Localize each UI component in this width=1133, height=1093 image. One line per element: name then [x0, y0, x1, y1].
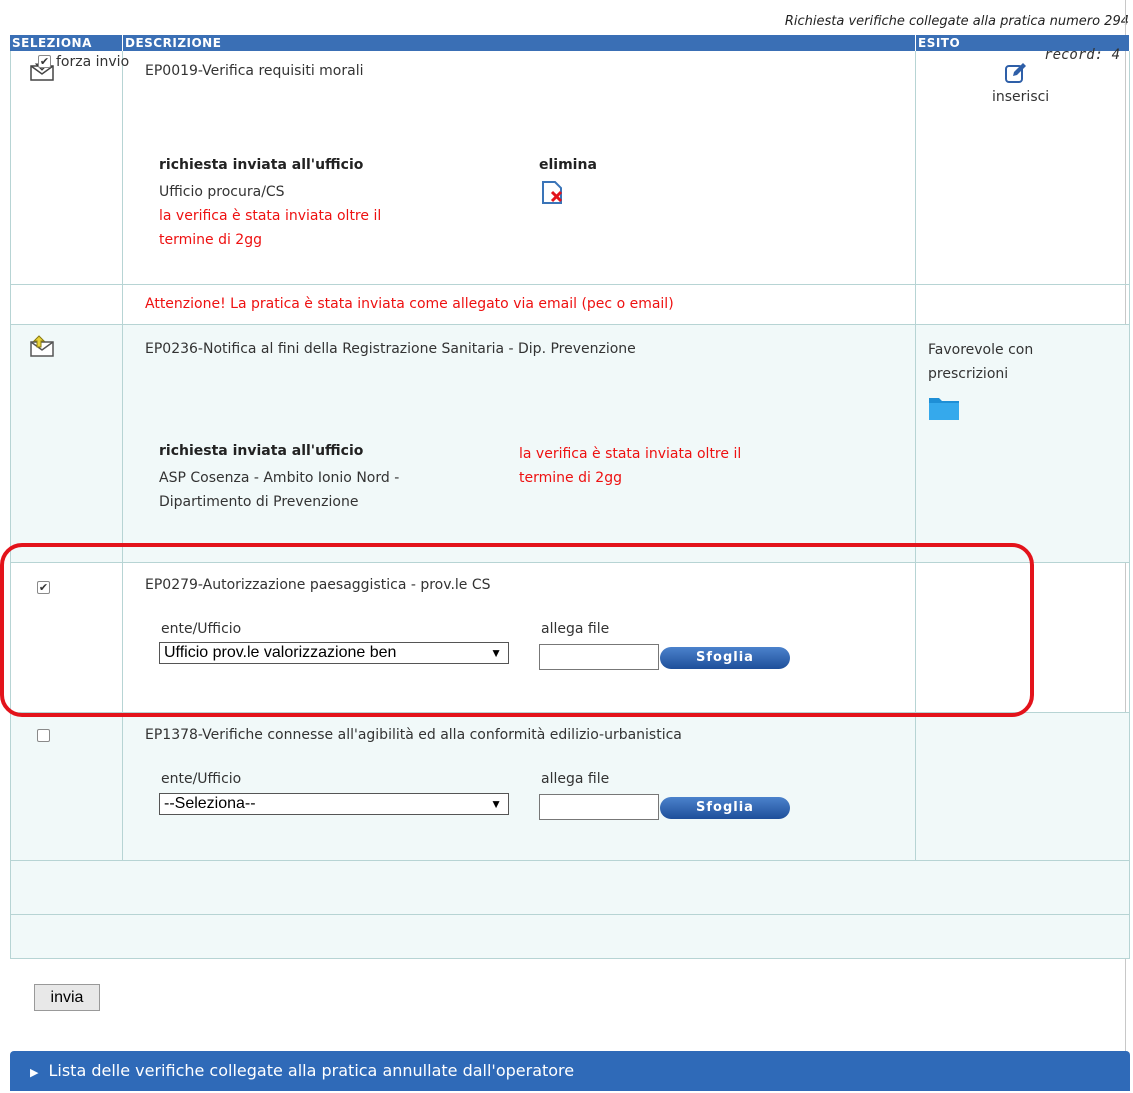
record-count: record: 4: [1044, 47, 1120, 63]
ente-select-value: --Seleziona--: [164, 795, 256, 812]
record-count-row: record: 4: [10, 47, 1130, 959]
table-caption: Richiesta verifiche collegate alla prati…: [784, 14, 1129, 29]
verification-title: EP1378-Verifiche connesse all'agibilità …: [145, 727, 682, 743]
edit-icon[interactable]: [1004, 61, 1028, 85]
submit-button[interactable]: invia: [34, 984, 100, 1011]
table-row: EP0019-Verifica requisiti morali richies…: [10, 51, 1130, 285]
force-send-row: ✔ forza invio: [10, 54, 1130, 915]
insert-esito-link[interactable]: inserisci: [992, 89, 1049, 105]
table-row: Attenzione! La pratica è stata inviata c…: [10, 285, 1130, 325]
select-checkbox-ep1378[interactable]: [37, 729, 50, 742]
delete-document-icon[interactable]: [540, 179, 566, 205]
attach-file-label: allega file: [541, 771, 610, 787]
header-seleziona: SELEZIONA: [10, 35, 123, 51]
table-header: SELEZIONA DESCRIZIONE ESITO: [10, 35, 1130, 51]
mail-upload-icon: [30, 335, 54, 357]
late-warning-line2: termine di 2gg: [519, 470, 622, 486]
office-name: Ufficio procura/CS: [159, 184, 285, 200]
delete-label: elimina: [539, 157, 597, 173]
sent-to-office-label: richiesta inviata all'ufficio: [159, 157, 364, 173]
verifications-table: SELEZIONA DESCRIZIONE ESITO EP0019-Verif…: [10, 35, 1130, 959]
file-path-input[interactable]: [539, 794, 659, 820]
office-name-line2: Dipartimento di Prevenzione: [159, 494, 359, 510]
table-row: EP0236-Notifica al fini della Registrazi…: [10, 325, 1130, 563]
force-send-checkbox[interactable]: ✔: [38, 55, 51, 68]
ente-label: ente/Ufficio: [161, 771, 242, 787]
verification-title: EP0236-Notifica al fini della Registrazi…: [145, 341, 636, 357]
office-name-line1: ASP Cosenza - Ambito Ionio Nord -: [159, 470, 400, 486]
email-notice: Attenzione! La pratica è stata inviata c…: [145, 296, 674, 312]
chevron-down-icon: ▼: [490, 797, 502, 811]
table-row: EP1378-Verifiche connesse all'agibilità …: [10, 713, 1130, 861]
browse-button[interactable]: Sfoglia: [660, 797, 790, 819]
late-warning-line2: termine di 2gg: [159, 232, 262, 248]
accordion-label: Lista delle verifiche collegate alla pra…: [48, 1061, 575, 1080]
cancelled-verifications-accordion[interactable]: ▶ Lista delle verifiche collegate alla pr…: [10, 1051, 1130, 1091]
esito-result-line1: Favorevole con: [928, 342, 1034, 358]
verification-title: EP0019-Verifica requisiti morali: [145, 63, 364, 79]
caret-right-icon: ▶: [30, 1066, 39, 1079]
ente-select[interactable]: --Seleziona-- ▼: [159, 793, 509, 815]
late-warning-line1: la verifica è stata inviata oltre il: [159, 208, 382, 224]
late-warning-line1: la verifica è stata inviata oltre il: [519, 446, 742, 462]
sent-to-office-label: richiesta inviata all'ufficio: [159, 443, 364, 459]
force-send-label: forza invio: [56, 54, 130, 70]
header-descrizione: DESCRIZIONE: [123, 35, 916, 51]
esito-result-line2: prescrizioni: [928, 366, 1009, 382]
folder-icon[interactable]: [928, 393, 960, 421]
highlight-annotation: [0, 543, 1034, 717]
